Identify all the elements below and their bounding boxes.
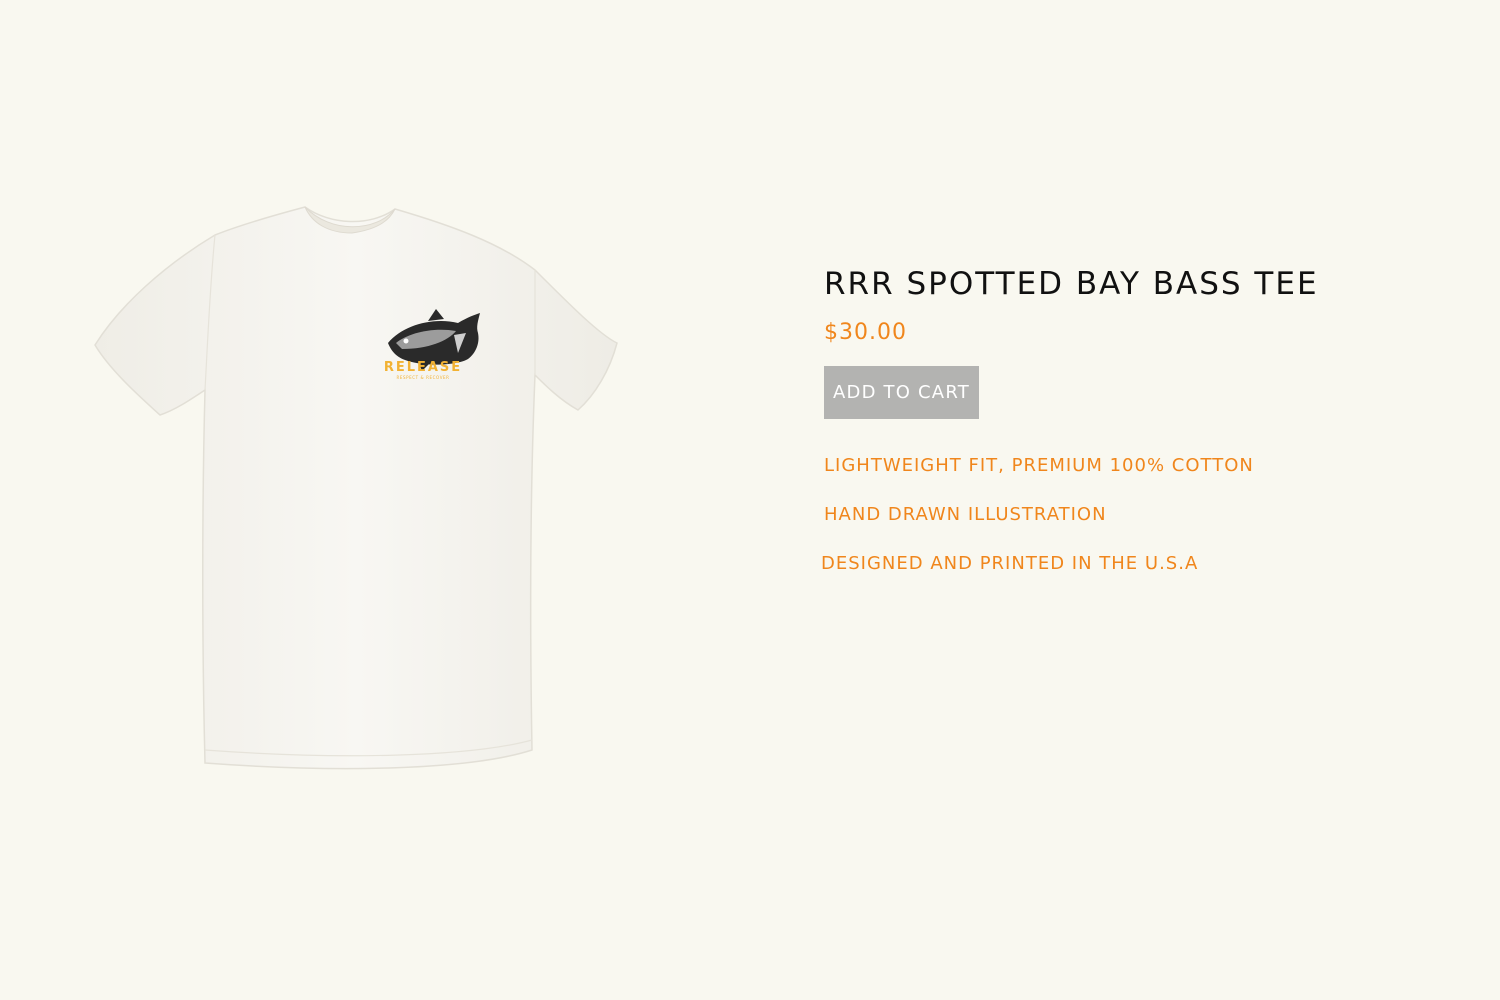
print-word: RELEASE: [384, 360, 462, 375]
tshirt-image: RELEASE RESPECT & RECOVER: [94, 206, 618, 770]
feature-list: LIGHTWEIGHT FIT, PREMIUM 100% COTTON HAN…: [821, 455, 1464, 575]
product-image[interactable]: RELEASE RESPECT & RECOVER: [90, 195, 625, 780]
tshirt-body: [94, 206, 618, 770]
feature-item: LIGHTWEIGHT FIT, PREMIUM 100% COTTON: [824, 455, 1254, 476]
product-page: RELEASE RESPECT & RECOVER RRR SPOTTED BA…: [0, 0, 1500, 1000]
add-to-cart-button[interactable]: ADD TO CART: [824, 366, 979, 419]
product-price: $30.00: [824, 320, 907, 345]
feature-item: DESIGNED AND PRINTED IN THE U.S.A: [821, 553, 1199, 574]
print-tagline: RESPECT & RECOVER: [396, 375, 449, 380]
product-info: RRR SPOTTED BAY BASS TEE $30.00 ADD TO C…: [821, 262, 1464, 602]
product-title: RRR SPOTTED BAY BASS TEE: [824, 266, 1319, 302]
feature-item: HAND DRAWN ILLUSTRATION: [824, 504, 1107, 525]
